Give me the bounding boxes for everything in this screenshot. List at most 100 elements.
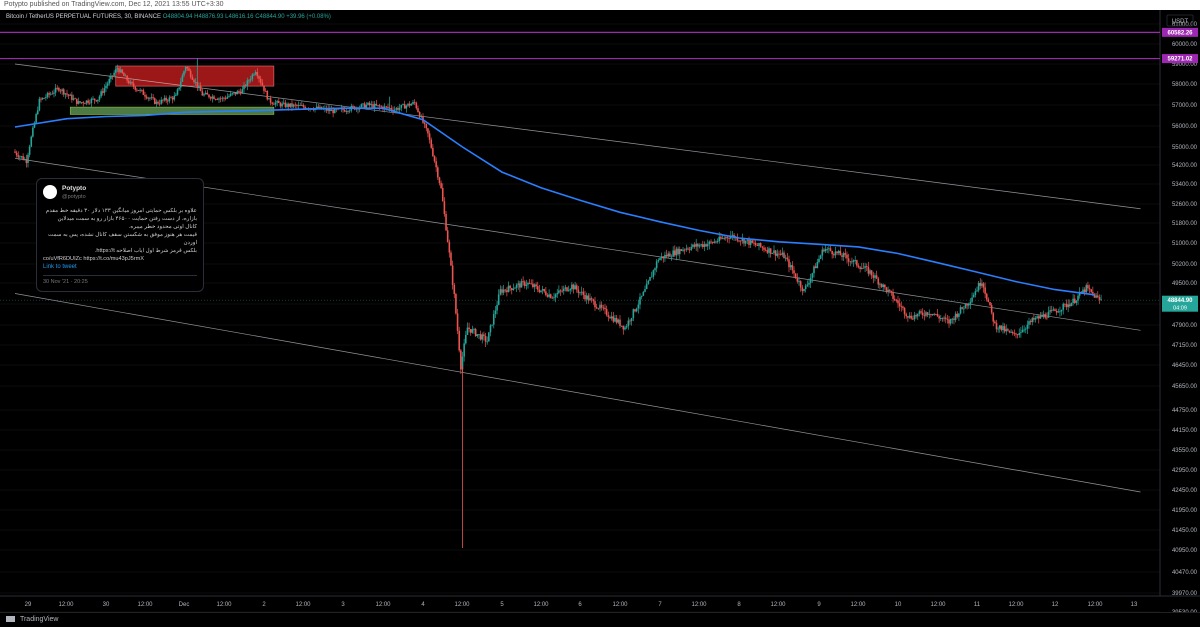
candle-body [481,334,484,340]
candle-body [665,254,668,257]
candle-body [224,98,227,99]
candle-body [723,238,725,239]
candle-body [38,98,41,111]
candle-body [682,249,684,251]
candle-body [546,294,549,297]
candle-body [589,298,591,301]
candle-body [412,102,414,105]
candle-body [617,319,620,323]
candle-body [1060,309,1063,312]
candle-body [992,312,995,322]
candle-body [987,299,990,303]
candle-body [664,254,666,259]
candle-body [469,329,472,333]
candle-body [51,93,54,95]
candle-body [602,307,605,309]
candle-body [61,89,63,91]
candle-body [908,315,911,318]
time-axis-label: 12:00 [691,602,707,608]
candle-body [920,311,922,313]
candle-body [564,287,567,289]
candle-body [175,94,177,96]
candle-body [489,325,492,333]
candle-body [407,103,409,106]
candle-body [708,241,711,245]
candle-body [877,278,880,285]
candle-body [763,247,765,250]
candle-body [405,105,408,109]
candle-body [1003,326,1006,332]
price-axis-label: 51800.00 [1172,221,1198,227]
time-axis-label: 29 [25,602,32,608]
candle-body [510,288,513,291]
candle-body [874,275,876,278]
time-axis-label: 5 [500,602,504,608]
candle-body [249,79,252,81]
candle-body [448,242,451,253]
candle-body [297,104,300,106]
candle-body [127,80,130,84]
candle-body [155,101,158,104]
candle-body [566,287,568,292]
candle-body [20,156,23,158]
candle-body [674,250,676,256]
candle-body [471,329,474,333]
candle-body [533,284,536,288]
candle-body [535,284,537,287]
candle-body [1036,316,1038,318]
price-axis-label: 60000.00 [1172,42,1198,48]
candle-body [971,297,973,302]
candle-body [80,102,83,104]
candle-body [1082,289,1084,293]
candle-body [1002,326,1004,330]
candle-body [119,69,122,73]
candle-body [417,108,419,113]
candle-body [803,289,805,292]
candle-body [720,236,722,239]
candle-body [287,103,290,107]
candle-body [562,288,565,292]
candle-body [433,155,436,162]
candle-body [895,300,898,301]
candle-body [548,294,550,297]
candle-body [796,278,799,282]
candle-body [158,103,161,105]
candle-body [432,147,434,156]
tweet-link[interactable]: Link to tweet [43,264,77,270]
candle-body [377,105,379,107]
time-axis-label: 12:00 [1008,602,1024,608]
price-axis-label: 44150.00 [1172,428,1198,434]
candlestick-chart[interactable]: 61000.0060000.0059000.0058000.0057000.00… [0,10,1200,612]
candle-body [184,66,187,72]
price-axis-label: 53400.00 [1172,182,1198,188]
embedded-tweet: Potypto @potypto علاوه بر بلکس حمایتی ام… [36,178,204,292]
price-axis-label: 58000.00 [1172,82,1198,88]
candle-body [1073,298,1076,303]
candle-body [62,89,65,95]
candle-body [370,104,373,106]
candle-body [56,87,59,89]
candle-body [949,318,952,324]
candle-body [713,241,716,243]
tweet-author-name: Potypto [62,185,87,192]
time-axis-label: 3 [341,602,345,608]
candle-body [1037,316,1040,319]
candle-body [821,249,824,256]
candle-body [672,250,674,257]
candle-body [854,260,857,261]
candle-body [1092,291,1094,294]
price-axis-label: 44750.00 [1172,408,1198,414]
candle-body [710,241,712,243]
candle-body [814,266,817,269]
candle-body [913,315,916,320]
publish-header: Potypto published on TradingView.com, De… [0,0,1200,10]
candle-body [789,265,792,268]
candle-body [1033,318,1035,320]
candle-body [153,98,156,104]
candle-body [921,312,924,316]
candle-body [241,89,244,94]
candle-body [1034,317,1037,320]
candle-body [693,244,696,247]
candle-body [118,68,120,73]
candle-body [435,161,437,168]
